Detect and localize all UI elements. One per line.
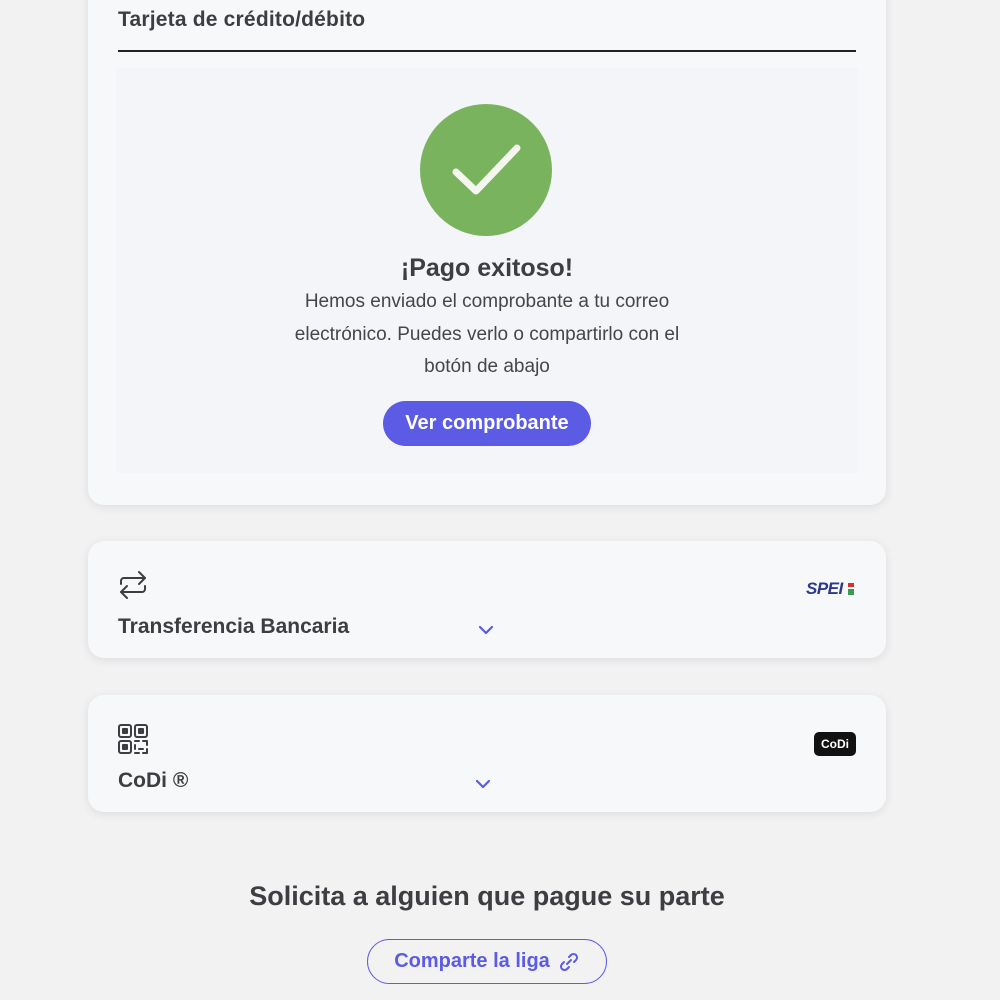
chevron-down-icon[interactable] bbox=[473, 777, 493, 791]
share-link-button[interactable]: Comparte la liga bbox=[367, 939, 607, 984]
bank-transfer-label: Transferencia Bancaria bbox=[118, 615, 350, 638]
active-tab-underline bbox=[118, 50, 856, 52]
codi-option[interactable]: CoDi ® CoDi bbox=[88, 695, 886, 812]
transfer-arrows-icon bbox=[120, 571, 146, 599]
codi-logo: CoDi bbox=[814, 732, 856, 756]
qr-code-icon bbox=[118, 724, 148, 754]
codi-label: CoDi ® bbox=[118, 769, 189, 792]
share-link-label: Comparte la liga bbox=[394, 950, 550, 972]
success-title: ¡Pago exitoso! bbox=[400, 254, 574, 282]
view-receipt-button[interactable]: Ver comprobante bbox=[383, 401, 591, 446]
chevron-down-icon[interactable] bbox=[476, 623, 496, 637]
card-payment-title[interactable]: Tarjeta de crédito/débito bbox=[118, 8, 365, 32]
card-payment-section: Tarjeta de crédito/débito ¡Pago exitoso!… bbox=[88, 0, 886, 505]
bank-transfer-option[interactable]: Transferencia Bancaria SPEI bbox=[88, 541, 886, 658]
check-icon bbox=[420, 104, 552, 236]
link-icon bbox=[559, 952, 578, 971]
spei-logo-mark bbox=[848, 583, 854, 595]
spei-logo: SPEI bbox=[806, 579, 854, 601]
spei-logo-text: SPEI bbox=[806, 579, 843, 598]
success-message: Hemos enviado el comprobante a tu correo… bbox=[294, 291, 680, 377]
share-title: Solicita a alguien que pague su parte bbox=[249, 881, 725, 911]
